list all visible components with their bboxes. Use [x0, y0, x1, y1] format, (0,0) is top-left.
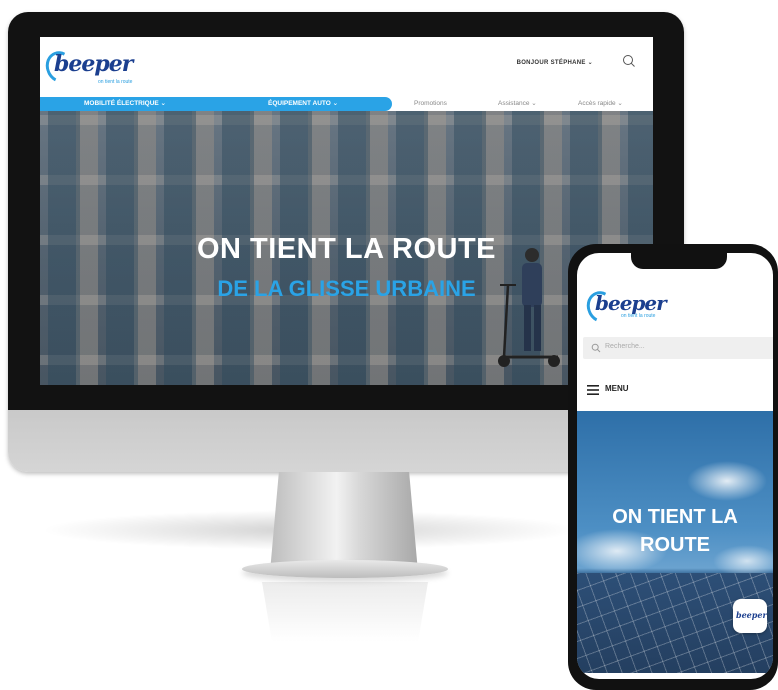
- mobile-hero-title: ON TIENT LA ROUTE: [577, 503, 773, 559]
- monitor-stand: [270, 472, 418, 572]
- logo-wordmark: beeper: [54, 51, 133, 77]
- mobile-logo-tagline: on tient la route: [621, 313, 656, 319]
- mobile-beeper-logo[interactable]: beeper on tient la route: [582, 287, 691, 327]
- nav-item-acces-rapide[interactable]: Accès rapide ⌄: [578, 97, 623, 111]
- main-nav: MOBILITÉ ÉLECTRIQUE ⌄ ÉQUIPEMENT AUTO ⌄ …: [40, 97, 653, 111]
- nav-item-promotions[interactable]: Promotions: [414, 97, 447, 111]
- badge-logo: beeper: [736, 610, 767, 620]
- hamburger-menu-icon: [587, 385, 599, 395]
- mobile-screen: beeper on tient la route Recherche... ME…: [577, 253, 773, 679]
- beeper-logo[interactable]: beeper on tient la route: [41, 47, 160, 89]
- nav-item-mobilite-electrique[interactable]: MOBILITÉ ÉLECTRIQUE ⌄: [84, 97, 166, 111]
- phone-notch: [631, 253, 727, 269]
- nav-item-assistance[interactable]: Assistance ⌄: [498, 97, 537, 111]
- hero-banner: ON TIENT LA ROUTE DE LA GLISSE URBAINE: [40, 111, 653, 385]
- mobile-logo-wordmark: beeper: [595, 291, 667, 315]
- user-account-menu[interactable]: BONJOUR STÉPHANE ⌄: [517, 59, 593, 66]
- hero-subtitle: DE LA GLISSE URBAINE: [217, 276, 476, 301]
- mobile-search-placeholder: Recherche...: [605, 343, 645, 350]
- beeper-floating-badge[interactable]: beeper: [733, 599, 767, 633]
- mobile-phone: beeper on tient la route Recherche... ME…: [568, 244, 778, 690]
- nav-item-equipement-auto[interactable]: ÉQUIPEMENT AUTO ⌄: [268, 97, 338, 111]
- mobile-hero-title-line1: ON TIENT LA: [612, 506, 738, 528]
- search-icon[interactable]: [621, 53, 637, 69]
- logo-tagline: on tient la route: [98, 79, 133, 85]
- mobile-hero-banner: ON TIENT LA ROUTE beeper: [577, 411, 773, 673]
- monitor-reflection: [262, 582, 428, 642]
- mobile-menu-label: MENU: [605, 384, 629, 393]
- site-header: beeper on tient la route BONJOUR STÉPHAN…: [40, 37, 653, 97]
- desktop-screen: beeper on tient la route BONJOUR STÉPHAN…: [40, 37, 653, 385]
- monitor-stand-base: [242, 560, 448, 578]
- mobile-hero-title-line2: ROUTE: [640, 534, 710, 556]
- hero-title: ON TIENT LA ROUTE: [196, 233, 497, 265]
- mobile-search-icon: [591, 343, 601, 353]
- mobile-search-input[interactable]: Recherche...: [583, 337, 773, 359]
